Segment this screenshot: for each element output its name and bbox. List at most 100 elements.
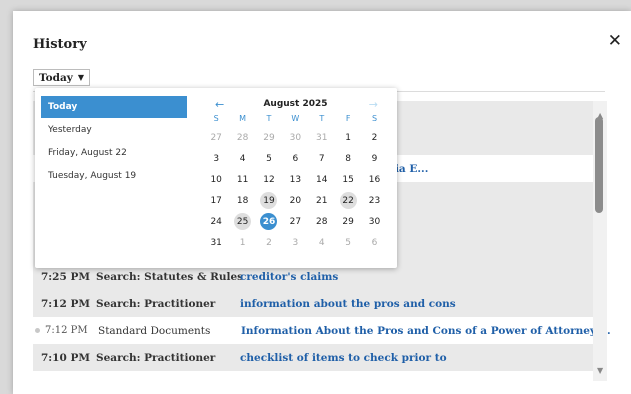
calendar-day[interactable]: 2 (256, 232, 282, 253)
row-time: 7:12 PM (45, 325, 88, 336)
row-link[interactable]: Information About the Pros and Cons of a… (241, 325, 611, 337)
date-preset-item[interactable]: Today (41, 96, 187, 118)
calendar-day-number: 13 (289, 174, 302, 185)
calendar-header: ← August 2025 → (203, 96, 388, 114)
calendar-day[interactable]: 1 (335, 127, 361, 148)
calendar-day-number: 11 (236, 174, 249, 185)
row-link[interactable]: checklist of items to check prior to (240, 352, 447, 364)
calendar-day[interactable]: 3 (203, 148, 229, 169)
calendar-day-number: 17 (210, 195, 222, 206)
calendar-day-number: 2 (371, 132, 378, 143)
history-row[interactable]: 7:10 PM Search: Practitioner checklist of … (33, 344, 593, 371)
calendar-day-number: 6 (371, 237, 378, 248)
calendar-day-number: 4 (239, 153, 246, 164)
calendar-day[interactable]: 3 (282, 232, 308, 253)
calendar-day-number: 19 (260, 192, 278, 209)
date-filter-dropdown[interactable]: Today ▼ (33, 69, 91, 86)
weekday-label: T (266, 114, 272, 123)
calendar-month-label: August 2025 (263, 99, 328, 109)
weekday-label: S (213, 114, 219, 123)
calendar-day[interactable]: 4 (229, 148, 255, 169)
calendar-day[interactable]: 6 (282, 148, 308, 169)
calendar-day[interactable]: 21 (309, 190, 335, 211)
calendar-day[interactable]: 29 (256, 127, 282, 148)
date-picker-dropdown: Today Yesterday Friday, August 22 Tuesday, … (35, 88, 397, 268)
calendar-day-number: 10 (210, 174, 222, 185)
close-icon[interactable]: ✕ (608, 33, 622, 50)
calendar-day-number: 22 (339, 192, 357, 209)
calendar-day[interactable]: 2 (361, 127, 387, 148)
date-preset-item[interactable]: Yesterday (41, 119, 187, 141)
calendar-day[interactable]: 12 (256, 169, 282, 190)
calendar-day-number: 27 (289, 216, 302, 227)
calendar-day[interactable]: 11 (229, 169, 255, 190)
calendar-day[interactable]: 5 (335, 232, 361, 253)
calendar-day-number: 7 (318, 153, 325, 164)
calendar-day[interactable]: 31 (309, 127, 335, 148)
calendar-day[interactable]: 17 (203, 190, 229, 211)
calendar-day[interactable]: 27 (282, 211, 308, 232)
calendar-day-number: 28 (236, 132, 249, 143)
calendar-day[interactable]: 6 (361, 232, 387, 253)
date-preset-item[interactable]: Tuesday, August 19 (41, 165, 187, 187)
calendar-day[interactable]: 16 (361, 169, 387, 190)
calendar-day[interactable]: 10 (203, 169, 229, 190)
caret-down-icon: ▼ (77, 73, 85, 82)
calendar-day[interactable]: 5 (256, 148, 282, 169)
weekday-header: SMTWTFS (203, 114, 388, 127)
calendar-day-number: 31 (210, 237, 222, 248)
calendar-day[interactable]: 25 (229, 211, 255, 232)
calendar-day-number: 16 (368, 174, 381, 185)
calendar-day[interactable]: 1 (229, 232, 255, 253)
calendar-day[interactable]: 23 (361, 190, 387, 211)
calendar-day-number: 1 (345, 132, 351, 143)
calendar-day[interactable]: 28 (309, 211, 335, 232)
calendar-day-number: 24 (210, 216, 222, 227)
date-filter-label: Today (39, 71, 73, 84)
weekday-label: W (291, 114, 300, 123)
modal-title: History (33, 37, 87, 52)
history-modal: History ✕ Today ▼ ractice Under the Cali… (13, 11, 631, 394)
scroll-down-icon[interactable]: ▼ (597, 366, 603, 375)
calendar-day-number: 12 (263, 174, 275, 185)
calendar-day-number: 8 (345, 153, 351, 164)
calendar-day[interactable]: 14 (309, 169, 335, 190)
calendar-day[interactable]: 29 (335, 211, 361, 232)
row-link[interactable]: creditor's claims (240, 271, 338, 283)
calendar-day[interactable]: 8 (335, 148, 361, 169)
calendar-day-number: 21 (316, 195, 328, 206)
calendar-day-number: 15 (342, 174, 354, 185)
next-month-icon[interactable]: → (369, 98, 378, 111)
calendar-day[interactable]: 18 (229, 190, 255, 211)
scrollbar-thumb[interactable] (595, 117, 603, 213)
history-row[interactable]: 7:12 PM Search: Practitioner information a… (33, 290, 593, 317)
calendar-day[interactable]: 30 (361, 211, 387, 232)
calendar-day-number: 28 (316, 216, 328, 227)
calendar-day[interactable]: 20 (282, 190, 308, 211)
calendar-day[interactable]: 27 (203, 127, 229, 148)
calendar-day[interactable]: 24 (203, 211, 229, 232)
calendar-day-number: 29 (263, 132, 275, 143)
calendar-day[interactable]: 4 (309, 232, 335, 253)
row-link[interactable]: information about the pros and cons (240, 298, 456, 310)
calendar-day-number: 18 (236, 195, 249, 206)
date-preset-item[interactable]: Friday, August 22 (41, 142, 187, 164)
calendar-day[interactable]: 7 (309, 148, 335, 169)
calendar-day[interactable]: 31 (203, 232, 229, 253)
history-row[interactable]: 7:12 PM Standard Documents Information Abo… (33, 317, 611, 344)
calendar-day-number: 29 (342, 216, 354, 227)
calendar-day[interactable]: 28 (229, 127, 255, 148)
calendar-day-number: 5 (266, 153, 272, 164)
calendar-day-number: 9 (371, 153, 378, 164)
calendar-day-selected[interactable]: 26 (256, 211, 282, 232)
calendar-day[interactable]: 30 (282, 127, 308, 148)
calendar-day[interactable]: 15 (335, 169, 361, 190)
calendar-day[interactable]: 19 (256, 190, 282, 211)
calendar-day-number: 2 (266, 237, 272, 248)
calendar-day-number: 14 (316, 174, 328, 185)
calendar-day[interactable]: 9 (361, 148, 387, 169)
calendar-day-number: 5 (345, 237, 351, 248)
calendar-day[interactable]: 22 (335, 190, 361, 211)
calendar-day[interactable]: 13 (282, 169, 308, 190)
weekday-label: S (372, 114, 378, 123)
